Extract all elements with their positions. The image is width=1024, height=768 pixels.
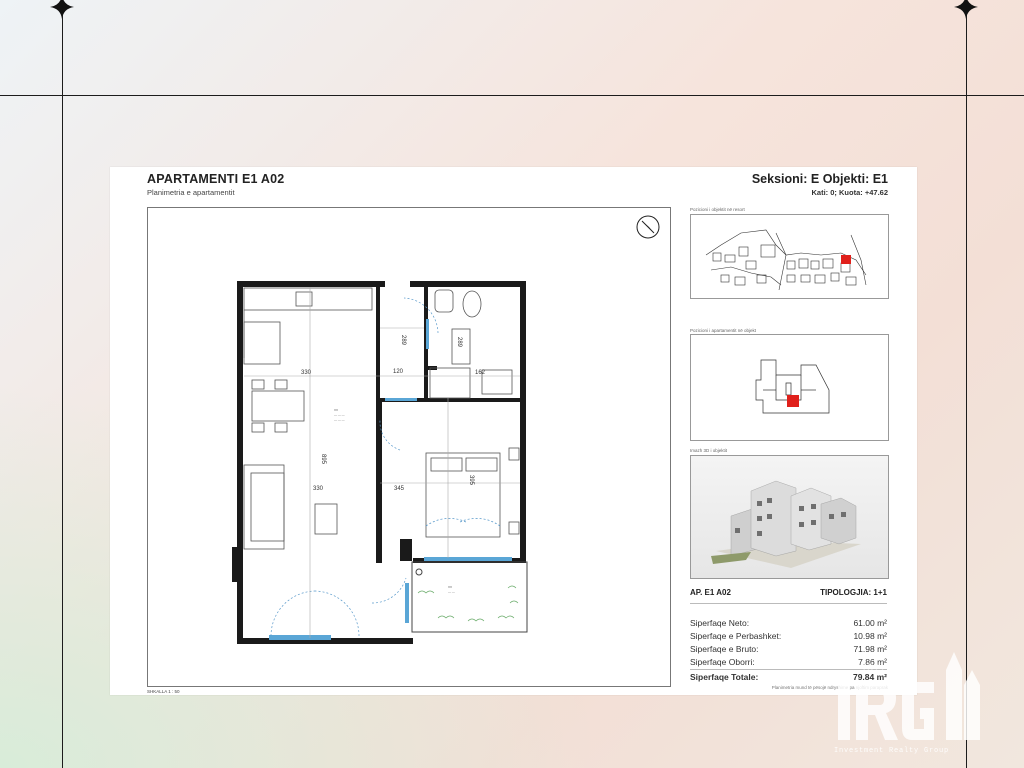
svg-text:— —: — — [448, 590, 455, 594]
walls [232, 281, 526, 644]
area-value: 61.00 m² [853, 618, 887, 628]
floor-plan-drawing: XX — — — — — — XX — — 330 120 162 289 28… [232, 215, 660, 644]
panel-caption: Pozicioni i objektit në resort [690, 207, 745, 212]
dimension-label: 395 [468, 475, 474, 486]
area-label: Siperfaqe e Perbashket: [690, 631, 782, 641]
apartment-code: AP. E1 A02 [690, 588, 731, 597]
panel-caption: Pozicioni i apartamentit në objekt [690, 328, 757, 333]
svg-text:— — —: — — — [334, 418, 345, 422]
typology: TIPOLOGJIA: 1+1 [820, 588, 887, 597]
scale-label: SHKALLA 1 : 50 [147, 689, 180, 694]
section-title: Seksioni: E Objekti: E1 [751, 172, 888, 186]
dimension-label: 895 [320, 454, 326, 465]
sofa [243, 464, 338, 550]
bed [425, 447, 520, 538]
dining-table [251, 379, 305, 433]
dimension-label: 120 [393, 369, 404, 375]
windows [269, 319, 512, 640]
logo-text: IRG [862, 660, 884, 675]
divider [690, 603, 887, 604]
floor-level: Kati: 0; Kuota: +47.62 [811, 188, 888, 197]
apartment-position-map [690, 334, 889, 441]
dimension-label: 345 [394, 486, 405, 492]
apartment-title: APARTAMENTI E1 A02 [147, 172, 285, 186]
logo-tagline: Investment Realty Group [834, 747, 950, 755]
balcony [411, 561, 528, 633]
dimension-label: 330 [313, 486, 324, 492]
bathroom [429, 289, 513, 399]
dimension-label: 289 [456, 337, 462, 348]
area-label: Siperfaqe Neto: [690, 618, 750, 628]
room-label: XX — — — — — — XX — — [334, 408, 455, 594]
floor-plan: XX — — — — — — XX — — 330 120 162 289 28… [147, 207, 671, 687]
area-label: Siperfaqe Oborri: [690, 657, 755, 667]
floorplan-sheet: APARTAMENTI E1 A02 Planimetria e apartam… [110, 167, 917, 695]
area-label: Siperfaqe e Bruto: [690, 644, 759, 654]
site-location-map [690, 214, 889, 299]
total-area-label: Siperfaqe Totale: [690, 672, 759, 682]
apartment-subtitle: Planimetria e apartamentit [147, 188, 235, 197]
dimension-label: 330 [301, 370, 312, 376]
kitchen [243, 287, 373, 365]
frame-line-left [62, 0, 63, 768]
svg-text:XX: XX [448, 585, 452, 589]
panel-caption: Imazh 3D i objektit [690, 448, 728, 453]
svg-text:— — —: — — — [334, 413, 345, 417]
irg-logo: IRG [834, 630, 984, 760]
living-doors [270, 297, 439, 637]
north-arrow-icon [636, 215, 660, 239]
dimension-label: 162 [475, 370, 486, 376]
frame-line-top [0, 95, 1024, 96]
dimension-label: 289 [400, 335, 406, 346]
building-3d-render [690, 455, 889, 579]
svg-text:XX: XX [334, 408, 338, 412]
